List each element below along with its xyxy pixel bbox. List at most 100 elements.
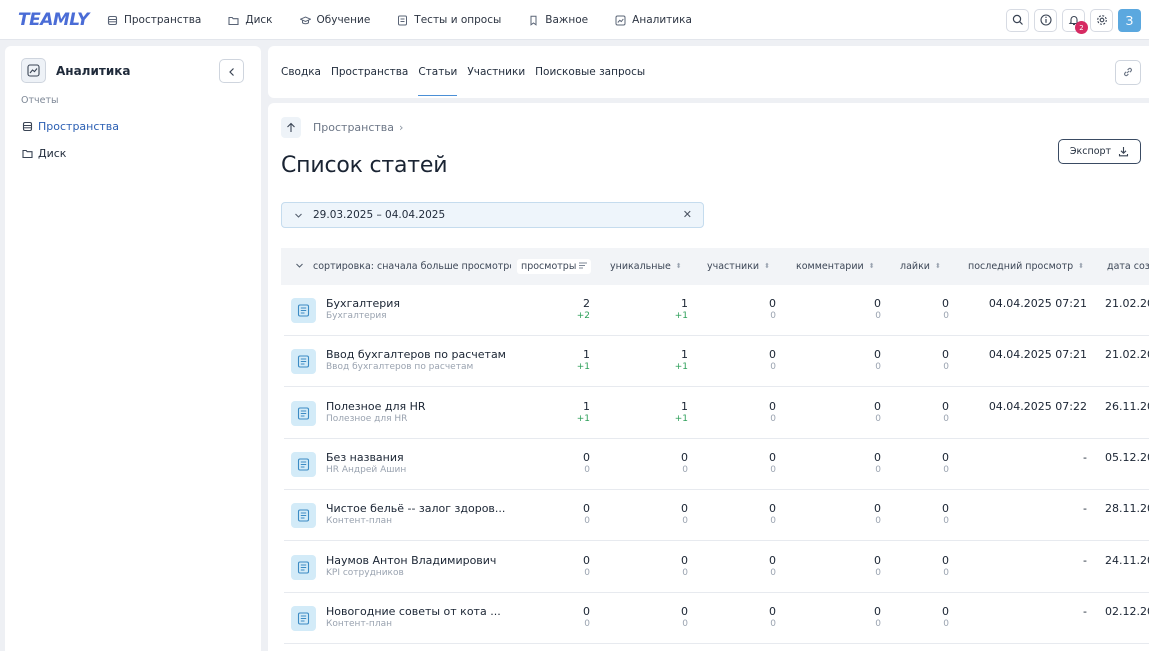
tab-articles[interactable]: Статьи	[418, 46, 458, 98]
sort-selector[interactable]: сортировка: сначала больше просмотров	[281, 248, 511, 285]
column-header-unique[interactable]: уникальные ⬍	[610, 248, 682, 285]
nav-item-learning[interactable]: Обучение	[299, 14, 371, 26]
sort-icon: ⬍	[934, 262, 941, 270]
participants-delta: 0	[770, 567, 776, 578]
info-button[interactable]	[1034, 9, 1057, 32]
unique-delta: 0	[682, 618, 688, 629]
article-title[interactable]: Чистое бельё -- залог здоров...	[326, 502, 505, 515]
unique-delta: 0	[682, 516, 688, 527]
table-header: сортировка: сначала больше просмотров пр…	[281, 248, 1149, 285]
column-header-participants[interactable]: участники ⬍	[707, 248, 770, 285]
article-title[interactable]: Наумов Антон Владимирович	[326, 554, 496, 567]
column-header-likes[interactable]: лайки ⬍	[900, 248, 941, 285]
unique-value: 0	[681, 604, 688, 618]
sidebar: Аналитика Отчеты Пространства Диск	[5, 46, 261, 651]
table-row[interactable]: Бухгалтерия Бухгалтерия 2 +2 1 +1 0 0 0 …	[284, 285, 1149, 336]
download-icon	[1118, 146, 1129, 157]
views-delta: +1	[576, 362, 590, 373]
comments-delta: 0	[875, 464, 881, 475]
nav-label: Тесты и опросы	[414, 14, 502, 26]
search-icon	[1012, 11, 1024, 30]
comments-delta: 0	[875, 567, 881, 578]
unique-value: 0	[681, 502, 688, 516]
clear-filter-icon[interactable]: ✕	[683, 208, 692, 221]
table-row[interactable]: Полезное для HR Полезное для HR 1 +1 1 +…	[284, 388, 1149, 439]
table-row[interactable]: Ввод бухгалтеров по расчетам Ввод бухгал…	[284, 336, 1149, 388]
tab-spaces[interactable]: Пространства	[331, 46, 408, 98]
nav-item-tests[interactable]: Тесты и опросы	[397, 14, 501, 26]
comments-value: 0	[874, 553, 881, 567]
article-title[interactable]: Бухгалтерия	[326, 297, 400, 310]
nav-label: Важное	[545, 14, 589, 26]
comments-delta: 0	[875, 516, 881, 527]
avatar[interactable]: З	[1118, 9, 1141, 32]
sort-desc-icon	[579, 261, 588, 272]
views-value: 0	[583, 553, 590, 567]
table-row[interactable]: Чистое бельё -- залог здоров... Контент-…	[284, 490, 1149, 542]
up-button[interactable]	[281, 117, 301, 138]
likes-delta: 0	[943, 362, 949, 373]
article-space: Бухгалтерия	[326, 311, 387, 321]
table-row[interactable]: Новогодние советы от кота ... Контент-пл…	[284, 593, 1149, 644]
participants-delta: 0	[770, 311, 776, 321]
participants-value: 0	[769, 553, 776, 567]
article-title[interactable]: Новогодние советы от кота ...	[326, 605, 501, 618]
copy-link-button[interactable]	[1115, 60, 1141, 85]
breadcrumb-link[interactable]: Пространства	[313, 121, 394, 134]
search-button[interactable]	[1006, 9, 1029, 32]
sidebar-item-disk[interactable]: Диск	[22, 147, 66, 160]
arrow-up-icon	[286, 118, 296, 137]
sidebar-item-label: Пространства	[38, 120, 120, 133]
nav-item-disk[interactable]: Диск	[228, 14, 273, 26]
chevron-right-icon: ›	[399, 121, 404, 134]
participants-value: 0	[769, 348, 776, 362]
comments-value: 0	[874, 348, 881, 362]
created-date: 02.12.2024	[1105, 604, 1149, 618]
article-title[interactable]: Полезное для HR	[326, 400, 426, 413]
sidebar-item-spaces[interactable]: Пространства	[22, 120, 119, 133]
tab-participants[interactable]: Участники	[467, 46, 525, 98]
last-view-value: 04.04.2025 07:21	[988, 348, 1087, 362]
views-value: 0	[583, 502, 590, 516]
nav-item-spaces[interactable]: Пространства	[107, 14, 201, 26]
views-delta: 0	[584, 464, 590, 475]
chevron-left-icon	[227, 62, 237, 81]
unique-value: 1	[681, 399, 688, 413]
likes-value: 0	[942, 604, 949, 618]
nav-item-important[interactable]: Важное	[528, 14, 588, 26]
table-row[interactable]: Наумов Антон Владимирович KPI сотруднико…	[284, 542, 1149, 593]
column-header-views[interactable]: просмотры	[517, 248, 592, 285]
tabs-bar: Сводка Пространства Статьи Участники Пои…	[268, 46, 1149, 98]
sidebar-title: Аналитика	[56, 63, 131, 78]
bookmark-icon	[528, 15, 539, 26]
settings-button[interactable]	[1090, 9, 1113, 32]
nav-item-analytics[interactable]: Аналитика	[615, 14, 692, 26]
logo[interactable]: TEAMLY	[18, 10, 89, 30]
created-date: 26.11.2024	[1105, 399, 1149, 413]
tab-summary[interactable]: Сводка	[281, 46, 321, 98]
column-header-created[interactable]: дата создания	[1107, 248, 1149, 285]
column-header-last-view[interactable]: последний просмотр ⬍	[968, 248, 1084, 285]
notifications-button[interactable]: 2	[1062, 9, 1088, 34]
article-title[interactable]: Ввод бухгалтеров по расчетам	[326, 348, 506, 361]
folder-icon	[228, 15, 239, 26]
nav-label: Обучение	[316, 14, 371, 26]
table-row[interactable]: Без названия HR Андрей Ашин 0 0 0 0 0 0 …	[284, 439, 1149, 490]
export-button[interactable]: Экспорт	[1058, 139, 1141, 164]
participants-delta: 0	[770, 464, 776, 475]
document-icon	[291, 451, 316, 477]
article-title[interactable]: Без названия	[326, 451, 404, 464]
document-icon	[291, 503, 316, 529]
column-label: уникальные	[610, 261, 671, 272]
folder-icon	[22, 148, 33, 159]
participants-delta: 0	[770, 516, 776, 527]
column-header-comments[interactable]: комментарии ⬍	[796, 248, 875, 285]
date-range-filter[interactable]: 29.03.2025 – 04.04.2025 ✕	[281, 202, 704, 228]
participants-value: 0	[769, 604, 776, 618]
unique-value: 0	[681, 450, 688, 464]
collapse-sidebar-button[interactable]	[219, 59, 244, 83]
views-value: 0	[583, 604, 590, 618]
views-value: 1	[583, 348, 590, 362]
tab-search-queries[interactable]: Поисковые запросы	[535, 46, 645, 98]
analytics-icon	[21, 58, 46, 83]
